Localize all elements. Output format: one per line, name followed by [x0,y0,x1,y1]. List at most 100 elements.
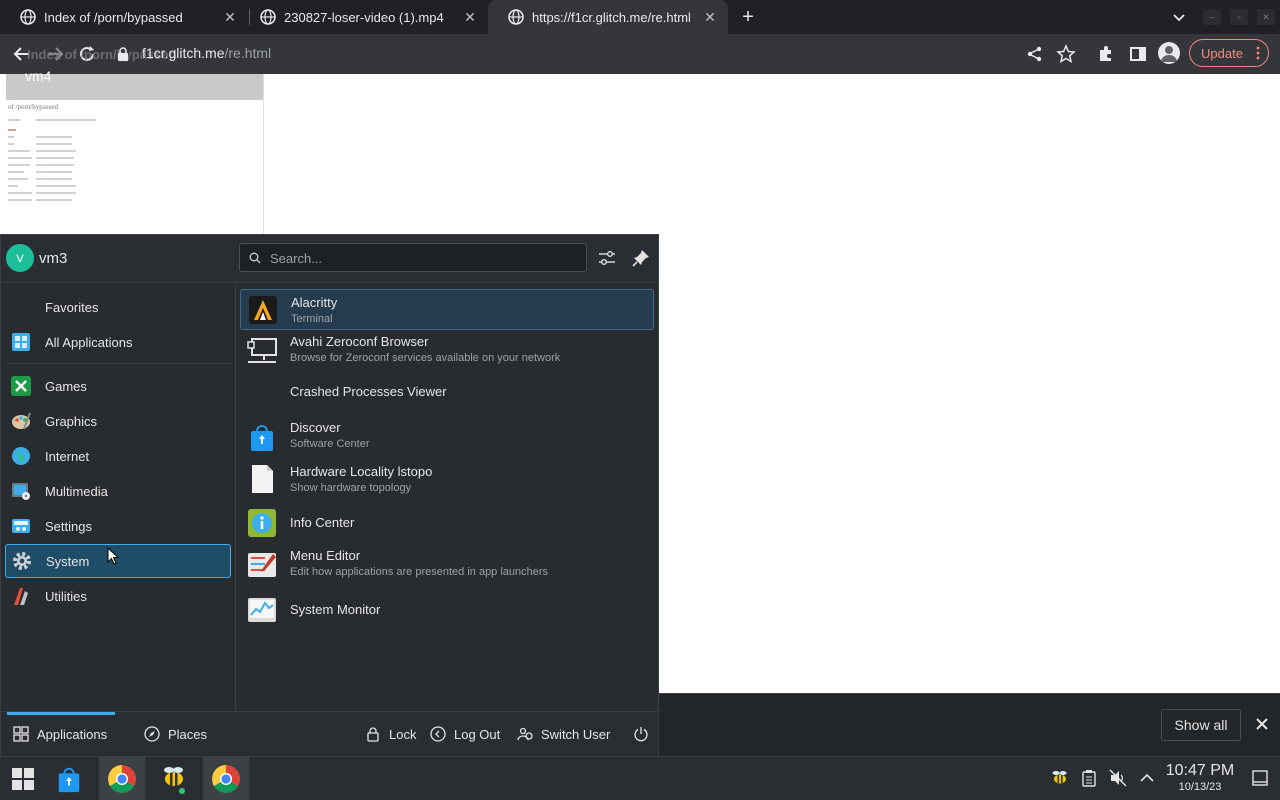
more-vert-icon [1256,46,1260,60]
close-icon[interactable]: ✕ [462,9,478,25]
new-tab-button[interactable]: + [737,6,759,28]
category-multimedia[interactable]: Multimedia [5,474,231,508]
extensions-icon[interactable] [1096,44,1116,64]
show-desktop-icon[interactable] [1251,769,1269,787]
category-label: Settings [45,518,92,534]
app-menu-editor[interactable]: Menu Editor Edit how applications are pr… [240,545,654,586]
multimedia-icon [12,483,30,500]
window-close-button[interactable]: ✕ [1257,9,1275,25]
share-icon[interactable] [1025,44,1045,64]
show-all-label: Show all [1174,717,1228,733]
close-icon[interactable]: ✕ [222,9,238,25]
taskbar-chrome-1[interactable] [99,757,145,800]
app-name: Discover [290,420,341,435]
start-menu-button[interactable] [0,757,46,800]
app-name: Avahi Zeroconf Browser [290,334,429,349]
show-all-button[interactable]: Show all [1161,709,1241,741]
category-games[interactable]: Games [5,369,231,403]
category-graphics[interactable]: Graphics [5,404,231,438]
tab-applications[interactable]: Applications [13,712,107,756]
configure-icon[interactable] [597,248,617,268]
lock-icon [367,727,379,742]
network-icon [247,338,277,363]
tab-label: Applications [37,726,108,742]
update-button[interactable]: Update [1189,39,1269,67]
minimize-button[interactable]: – [1203,9,1221,25]
app-name: Alacritty [291,295,338,310]
app-hardware-locality-lstopo[interactable]: Hardware Locality lstopo Show hardware t… [240,459,654,500]
site-info-icon[interactable] [116,46,130,62]
lock-button[interactable]: Lock [365,712,416,756]
chevron-down-icon[interactable] [1170,8,1188,26]
taskbar-bee-app[interactable] [151,757,197,800]
shopping-bag-icon [251,425,273,451]
thumbnail-text-line [8,119,20,121]
app-system-monitor[interactable]: System Monitor [240,593,654,627]
tab-index-porn-bypassed[interactable]: Index of /porn/bypassed ✕ [0,0,248,34]
grid-icon [12,333,30,351]
user-avatar[interactable]: V [6,244,34,272]
launcher-search[interactable] [239,243,587,273]
search-input[interactable] [268,244,572,273]
thumbnail-text-line [8,143,14,145]
window-thumbnail[interactable]: vm4 of /porn/bypassed [6,69,264,234]
app-crashed-processes-viewer[interactable]: Crashed Processes Viewer [240,379,654,413]
category-list: Favorites All Applications Games Graphic… [1,283,236,711]
tab-loser-video[interactable]: 230827-loser-video (1).mp4 ✕ [240,0,488,34]
thumbnail-text-line [36,178,72,180]
tab-f1cr-glitch[interactable]: https://f1cr.glitch.me/re.html ✕ [488,0,728,34]
app-name: Crashed Processes Viewer [290,384,447,399]
thumbnail-text-line [36,171,72,173]
user-name: vm3 [39,250,68,267]
globe-icon [20,9,36,25]
compass-icon [144,726,160,742]
app-alacritty[interactable]: Alacritty Terminal [240,289,654,330]
bee-tray-icon[interactable] [1051,769,1069,787]
app-avahi-zeroconf-browser[interactable]: Avahi Zeroconf Browser Browse for Zeroco… [240,331,654,372]
chrome-icon [108,764,136,793]
tab-places[interactable]: Places [144,712,207,756]
globe-icon [260,9,276,25]
category-internet[interactable]: Internet [5,439,231,473]
settings-icon [12,519,30,533]
thumbnail-text-line [36,119,96,121]
volume-muted-icon[interactable] [1109,769,1127,787]
pin-icon[interactable] [631,248,651,268]
close-icon[interactable]: ✕ [702,9,718,25]
utilities-icon [14,588,28,605]
category-label: Utilities [45,588,87,604]
logout-icon [430,726,446,742]
palette-icon [12,412,31,430]
globe-icon [508,9,524,25]
thumbnail-title: vm4 [25,68,52,84]
logout-button[interactable]: Log Out [430,712,500,756]
application-launcher: V vm3 Favorites All Applications Games G… [0,234,659,756]
thumbnail-subtitle: of /porn/bypassed [8,103,58,111]
taskbar-discover[interactable] [46,757,92,800]
thumbnail-text-line [8,192,32,194]
clipboard-icon[interactable] [1080,769,1098,787]
app-description: Show hardware topology [290,482,412,494]
close-icon[interactable] [1253,715,1271,733]
thumbnail-header: vm4 [6,69,263,100]
app-discover[interactable]: Discover Software Center [240,417,654,458]
category-all-applications[interactable]: All Applications [5,325,231,359]
power-button[interactable] [633,712,657,756]
category-utilities[interactable]: Utilities [5,579,231,613]
category-favorites[interactable]: Favorites [5,290,231,324]
category-settings[interactable]: Settings [5,509,231,543]
switch-user-button[interactable]: Switch User [517,712,610,756]
chevron-up-icon[interactable] [1138,769,1156,787]
profile-avatar-icon[interactable] [1158,42,1180,64]
app-description: Software Center [290,438,370,450]
thumbnail-text-line [8,171,24,173]
side-panel-icon[interactable] [1128,44,1148,64]
taskbar-chrome-2[interactable] [203,757,249,800]
star-icon[interactable] [1056,44,1076,64]
address-bar[interactable]: f1cr.glitch.me/re.html [142,45,271,61]
tab-label: Places [168,726,208,742]
tab-title: Index of /porn/bypassed [44,9,183,25]
app-info-center[interactable]: Info Center [240,506,654,540]
clock[interactable]: 10:47 PM 10/13/23 [1160,762,1240,794]
maximize-button[interactable]: ▫ [1230,9,1248,25]
